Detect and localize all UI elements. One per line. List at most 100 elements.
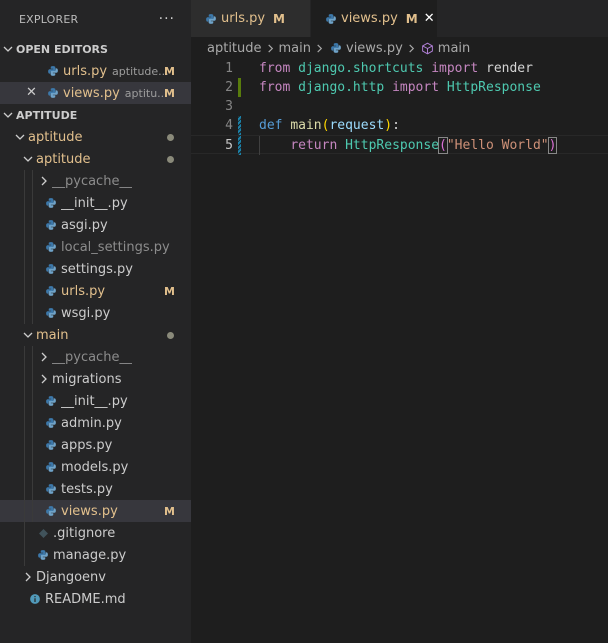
tree-item-init[interactable]: __init__.py: [0, 390, 191, 412]
breadcrumb-item[interactable]: views.py: [346, 41, 403, 56]
more-actions-icon[interactable]: ···: [159, 11, 175, 27]
tree-item-label: README.md: [45, 591, 126, 607]
tree-item-admin[interactable]: admin.py: [0, 412, 191, 434]
open-editor-path: aptitu...: [124, 86, 168, 100]
code-token: :: [392, 118, 400, 133]
python-file-icon: [43, 283, 59, 299]
modified-badge: M: [405, 11, 418, 26]
code-line[interactable]: 3: [191, 97, 608, 116]
tree-item-tests[interactable]: tests.py: [0, 478, 191, 500]
close-icon[interactable]: ✕: [26, 85, 37, 100]
code-line[interactable]: 4 def main(request):: [191, 116, 608, 135]
line-number: 5: [225, 138, 233, 153]
tree-item-apps[interactable]: apps.py: [0, 434, 191, 456]
tree-item-main[interactable]: main: [0, 324, 191, 346]
code-token: import: [392, 80, 440, 95]
tree-item-label: .gitignore: [53, 525, 116, 541]
open-editor-path: aptitude...: [112, 64, 169, 78]
python-file-icon: [43, 437, 59, 453]
info-icon: [27, 591, 43, 607]
git-change-marker: [238, 116, 241, 135]
indent-guide: [32, 412, 33, 434]
tree-item-init[interactable]: __init__.py: [0, 192, 191, 214]
chevron-right-icon: [315, 43, 324, 53]
breadcrumb: aptitude main views.py main: [191, 37, 608, 59]
line-number: 4: [225, 118, 233, 133]
code-content: def main(request):: [259, 116, 400, 135]
tree-item-label: settings.py: [61, 261, 133, 277]
git-file-icon: [35, 525, 51, 541]
tree-item-label: views.py: [61, 503, 118, 519]
tree-item-label: Djangoenv: [36, 569, 106, 585]
open-editor-item-urls[interactable]: urls.py aptitude... M: [0, 60, 191, 82]
indent-guide: [32, 368, 33, 390]
modified-dot-icon: [167, 134, 174, 141]
workspace-section[interactable]: APTITUDE: [0, 104, 191, 126]
chevron-down-icon: [0, 110, 16, 120]
tree-item-settings[interactable]: settings.py: [0, 258, 191, 280]
code-line[interactable]: 2 from django.http import HttpResponse: [191, 78, 608, 97]
tree-item-label: manage.py: [53, 547, 127, 563]
tree-item-aptitude[interactable]: aptitude: [0, 126, 191, 148]
chevron-right-icon: [36, 176, 52, 186]
tree-item-label: local_settings.py: [61, 239, 170, 255]
python-file-icon: [43, 503, 59, 519]
tree-item-pycache[interactable]: __pycache__: [0, 346, 191, 368]
code-editor[interactable]: 1 from django.shortcuts import render 2 fro…: [191, 59, 608, 643]
tree-item-djangoenv[interactable]: Djangoenv: [0, 566, 191, 588]
tree-item-label: __init__.py: [61, 195, 128, 211]
tree-item-asgi[interactable]: asgi.py: [0, 214, 191, 236]
indent-guide: [32, 214, 33, 236]
breadcrumb-item[interactable]: main: [438, 41, 470, 56]
symbol-method-icon: [420, 40, 436, 56]
tree-item-aptitude-package[interactable]: aptitude: [0, 148, 191, 170]
tree-item-urls[interactable]: urls.py M: [0, 280, 191, 302]
code-token: "Hello World": [446, 138, 549, 153]
code-token: request: [329, 118, 385, 133]
chevron-down-icon: [12, 132, 28, 142]
tree-item-readme[interactable]: README.md: [0, 588, 191, 610]
tree-item-gitignore[interactable]: .gitignore: [0, 522, 191, 544]
indent-guide: [32, 500, 33, 522]
tab-views[interactable]: views.py M ✕: [311, 0, 438, 37]
breadcrumb-item[interactable]: main: [279, 41, 311, 56]
code-content: from django.shortcuts import render: [259, 59, 533, 78]
code-token: from: [259, 61, 291, 76]
python-file-icon: [203, 11, 219, 27]
tree-item-views[interactable]: views.py M: [0, 500, 191, 522]
tree-item-local-settings[interactable]: local_settings.py: [0, 236, 191, 258]
code-line[interactable]: 1 from django.shortcuts import render: [191, 59, 608, 78]
tree-item-label: main: [36, 327, 69, 343]
modified-badge: M: [164, 64, 175, 78]
workspace-heading: APTITUDE: [16, 108, 78, 122]
chevron-right-icon: [407, 43, 416, 53]
indent-guide: [32, 456, 33, 478]
close-icon[interactable]: ✕: [424, 11, 435, 26]
chevron-right-icon: [36, 352, 52, 362]
code-token: (: [438, 137, 448, 154]
tree-item-label: admin.py: [61, 415, 122, 431]
tab-urls[interactable]: urls.py M: [191, 0, 311, 37]
tree-item-label: asgi.py: [61, 217, 108, 233]
code-line[interactable]: 5 return HttpResponse("Hello World"): [191, 135, 608, 155]
python-file-icon: [43, 481, 59, 497]
code-token: ): [384, 118, 393, 133]
tree-item-models[interactable]: models.py: [0, 456, 191, 478]
open-editors-section[interactable]: OPEN EDITORS: [0, 38, 191, 60]
tree-item-pycache[interactable]: __pycache__: [0, 170, 191, 192]
open-editor-item-views[interactable]: ✕ views.py aptitu... M: [0, 82, 191, 104]
tree-item-migrations[interactable]: migrations: [0, 368, 191, 390]
code-token: from: [259, 80, 291, 95]
tree-item-wsgi[interactable]: wsgi.py: [0, 302, 191, 324]
breadcrumb-item[interactable]: aptitude: [207, 41, 262, 56]
indent-guide: [24, 346, 25, 368]
indent-guide: [24, 544, 25, 566]
tree-item-manage[interactable]: manage.py: [0, 544, 191, 566]
chevron-down-icon: [20, 154, 36, 164]
python-file-icon: [43, 459, 59, 475]
file-tree: aptitude aptitude __pycache__ __init__.py as…: [0, 126, 191, 610]
